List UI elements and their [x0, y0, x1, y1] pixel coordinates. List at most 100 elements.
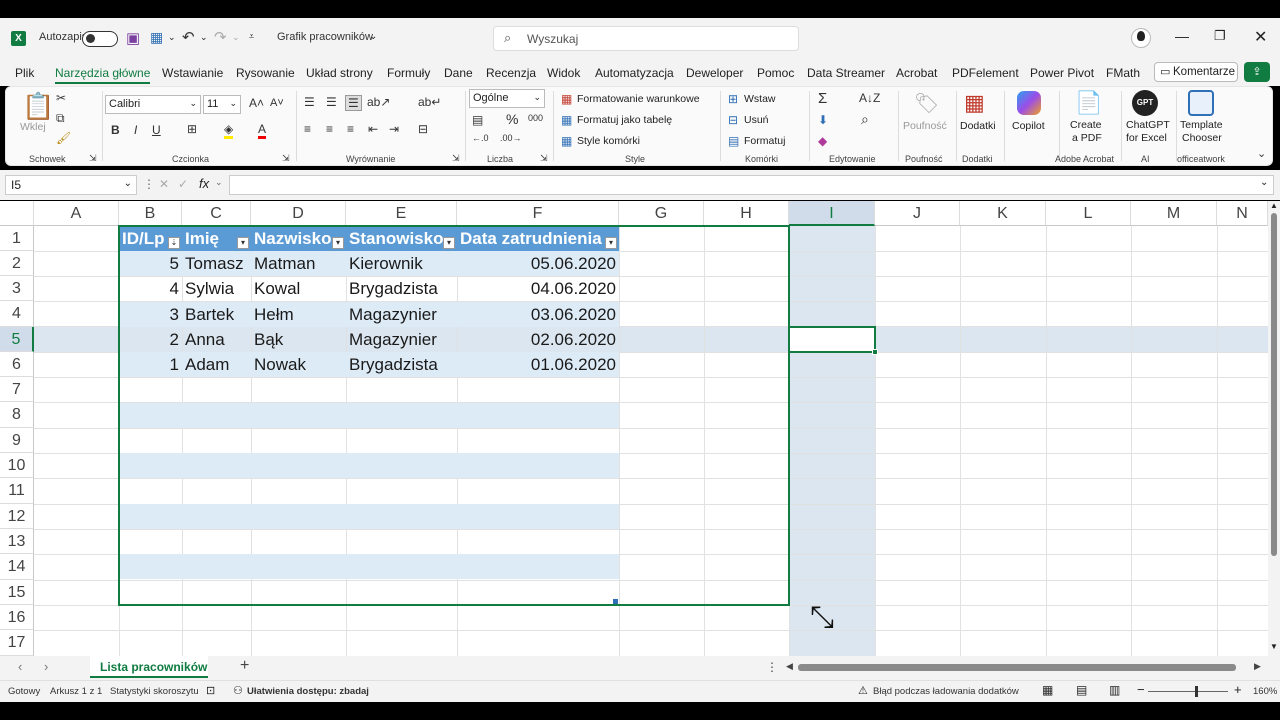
autosave-toggle[interactable]	[82, 31, 118, 47]
scroll-left-icon[interactable]: ◀	[786, 661, 793, 672]
row-header-5[interactable]: 5	[0, 327, 34, 352]
menu-automatyzacja[interactable]: Automatyzacja	[595, 66, 674, 80]
dialog-launcher-icon[interactable]: ⇲	[452, 153, 460, 164]
format-as-table-button[interactable]: Formatuj jako tabelę	[577, 114, 672, 126]
avatar[interactable]	[1131, 28, 1151, 48]
menu-narzedzia-glowne[interactable]: Narzędzia główne	[55, 66, 151, 84]
create-pdf-line2[interactable]: a PDF	[1072, 132, 1102, 144]
decrease-indent-icon[interactable]: ⇤	[368, 122, 378, 136]
delete-cells-icon[interactable]: ⊟	[728, 113, 738, 127]
next-sheet-icon[interactable]: ›	[44, 659, 48, 674]
paste-label[interactable]: Wklej	[20, 121, 46, 133]
fill-icon[interactable]: ⬇	[818, 113, 828, 127]
accounting-icon[interactable]: ▤	[472, 113, 483, 127]
cancel-icon[interactable]: ✕	[159, 177, 169, 191]
column-header-g[interactable]: G	[619, 201, 704, 226]
insert-button[interactable]: Wstaw	[744, 93, 776, 105]
row-header-8[interactable]: 8	[0, 402, 34, 428]
column-header-j[interactable]: J	[875, 201, 960, 226]
menu-recenzja[interactable]: Recenzja	[486, 66, 536, 80]
row-header-14[interactable]: 14	[0, 554, 34, 580]
format-as-table-icon[interactable]: ▦	[561, 113, 572, 127]
insert-cells-icon[interactable]: ⊞	[728, 92, 738, 106]
zoom-slider[interactable]	[1148, 686, 1228, 697]
minimize-icon[interactable]: —	[1175, 28, 1189, 44]
chatgpt-icon[interactable]: GPT	[1132, 90, 1158, 116]
column-header-l[interactable]: L	[1046, 201, 1131, 226]
borders-icon[interactable]: ⊞	[187, 122, 197, 136]
align-right-icon[interactable]: ≡	[347, 122, 354, 136]
chevron-down-icon[interactable]: ⌄	[200, 32, 208, 43]
search-box[interactable]: ⌕ Wyszukaj	[493, 26, 799, 51]
chevron-down-icon[interactable]: ⌄	[369, 31, 377, 42]
clear-icon[interactable]: ◆	[818, 134, 827, 148]
formula-input[interactable]	[229, 175, 1274, 195]
row-header-3[interactable]: 3	[0, 276, 34, 301]
cell-styles-button[interactable]: Style komórki	[577, 135, 640, 147]
column-header-e[interactable]: E	[346, 201, 457, 226]
column-header-d[interactable]: D	[251, 201, 346, 226]
comma-style-icon[interactable]: 000	[528, 113, 543, 123]
scroll-up-icon[interactable]: ▲	[1270, 201, 1278, 210]
dialog-launcher-icon[interactable]: ⇲	[540, 153, 548, 164]
menu-pomoc[interactable]: Pomoc	[757, 66, 794, 80]
chevron-down-icon[interactable]: ⌄	[215, 177, 223, 188]
delete-button[interactable]: Usuń	[744, 114, 769, 126]
insert-function-icon[interactable]: fx	[199, 176, 209, 191]
zoom-out-icon[interactable]: −	[1137, 682, 1145, 697]
more-icon[interactable]: ⋮	[143, 177, 155, 191]
redo-icon[interactable]: ↷	[214, 28, 227, 46]
dialog-launcher-icon[interactable]: ⇲	[282, 153, 290, 164]
create-pdf-line1[interactable]: Create	[1070, 119, 1102, 131]
align-top-icon[interactable]: ☰	[304, 95, 315, 109]
menu-formuly[interactable]: Formuły	[387, 66, 430, 80]
row-header-17[interactable]: 17	[0, 630, 34, 656]
column-header-a[interactable]: A	[34, 201, 119, 226]
expand-formula-icon[interactable]: ⌄	[1260, 177, 1268, 188]
align-middle-icon[interactable]: ☰	[326, 95, 337, 109]
share-button[interactable]: ⇪	[1244, 62, 1270, 82]
wrap-text-icon[interactable]: ab↵	[418, 95, 441, 109]
fill-color-icon[interactable]: ◈	[224, 122, 234, 139]
dialog-launcher-icon[interactable]: ⇲	[89, 153, 97, 164]
row-header-15[interactable]: 15	[0, 580, 34, 605]
chevron-down-icon[interactable]: ⌄	[232, 32, 240, 43]
undo-icon[interactable]: ↶	[182, 28, 195, 46]
page-layout-icon[interactable]: ▤	[1076, 683, 1087, 697]
row-header-7[interactable]: 7	[0, 377, 34, 402]
autosum-icon[interactable]: Σ	[818, 90, 827, 107]
increase-decimal-icon[interactable]: ←.0	[472, 133, 489, 143]
restore-icon[interactable]: ❐	[1214, 28, 1226, 44]
merge-cells-icon[interactable]: ⊟	[418, 122, 428, 136]
menu-deweloper[interactable]: Deweloper	[686, 66, 743, 80]
comments-button[interactable]: ▭ Komentarze	[1154, 62, 1238, 82]
status-accessibility[interactable]: Ułatwienia dostępu: zbadaj	[247, 686, 369, 697]
column-header-n[interactable]: N	[1217, 201, 1268, 226]
row-header-16[interactable]: 16	[0, 605, 34, 630]
format-button[interactable]: Formatuj	[744, 135, 785, 147]
menu-data-streamer[interactable]: Data Streamer	[807, 66, 885, 80]
format-cells-icon[interactable]: ▤	[728, 134, 739, 148]
copy-icon[interactable]: ⧉	[56, 111, 65, 126]
zoom-slider-thumb[interactable]	[1195, 686, 1198, 697]
normal-view-icon[interactable]: ▦	[1042, 683, 1053, 697]
macro-record-icon[interactable]: ⊡	[206, 684, 215, 697]
row-header-11[interactable]: 11	[0, 478, 34, 504]
collapse-ribbon-icon[interactable]: ⌄	[1257, 147, 1266, 160]
template-line1[interactable]: Template	[1180, 119, 1223, 131]
enter-icon[interactable]: ✓	[178, 177, 188, 191]
close-icon[interactable]: ✕	[1254, 27, 1267, 47]
scroll-down-icon[interactable]: ▼	[1270, 642, 1278, 651]
menu-rysowanie[interactable]: Rysowanie	[236, 66, 295, 80]
cut-icon[interactable]: ✂	[56, 91, 66, 105]
conditional-formatting-icon[interactable]: ▦	[561, 92, 572, 106]
column-header-m[interactable]: M	[1131, 201, 1217, 226]
accessibility-icon[interactable]: ⚇	[233, 684, 243, 697]
percent-icon[interactable]: %	[506, 111, 518, 127]
menu-uklad-strony[interactable]: Układ strony	[306, 66, 373, 80]
conditional-formatting-button[interactable]: Formatowanie warunkowe	[577, 93, 700, 105]
row-header-9[interactable]: 9	[0, 428, 34, 453]
sheet-tab-active[interactable]: Lista pracowników	[90, 656, 208, 678]
orientation-icon[interactable]: ab↗	[367, 95, 390, 109]
save-icon[interactable]: ▣	[126, 29, 140, 47]
